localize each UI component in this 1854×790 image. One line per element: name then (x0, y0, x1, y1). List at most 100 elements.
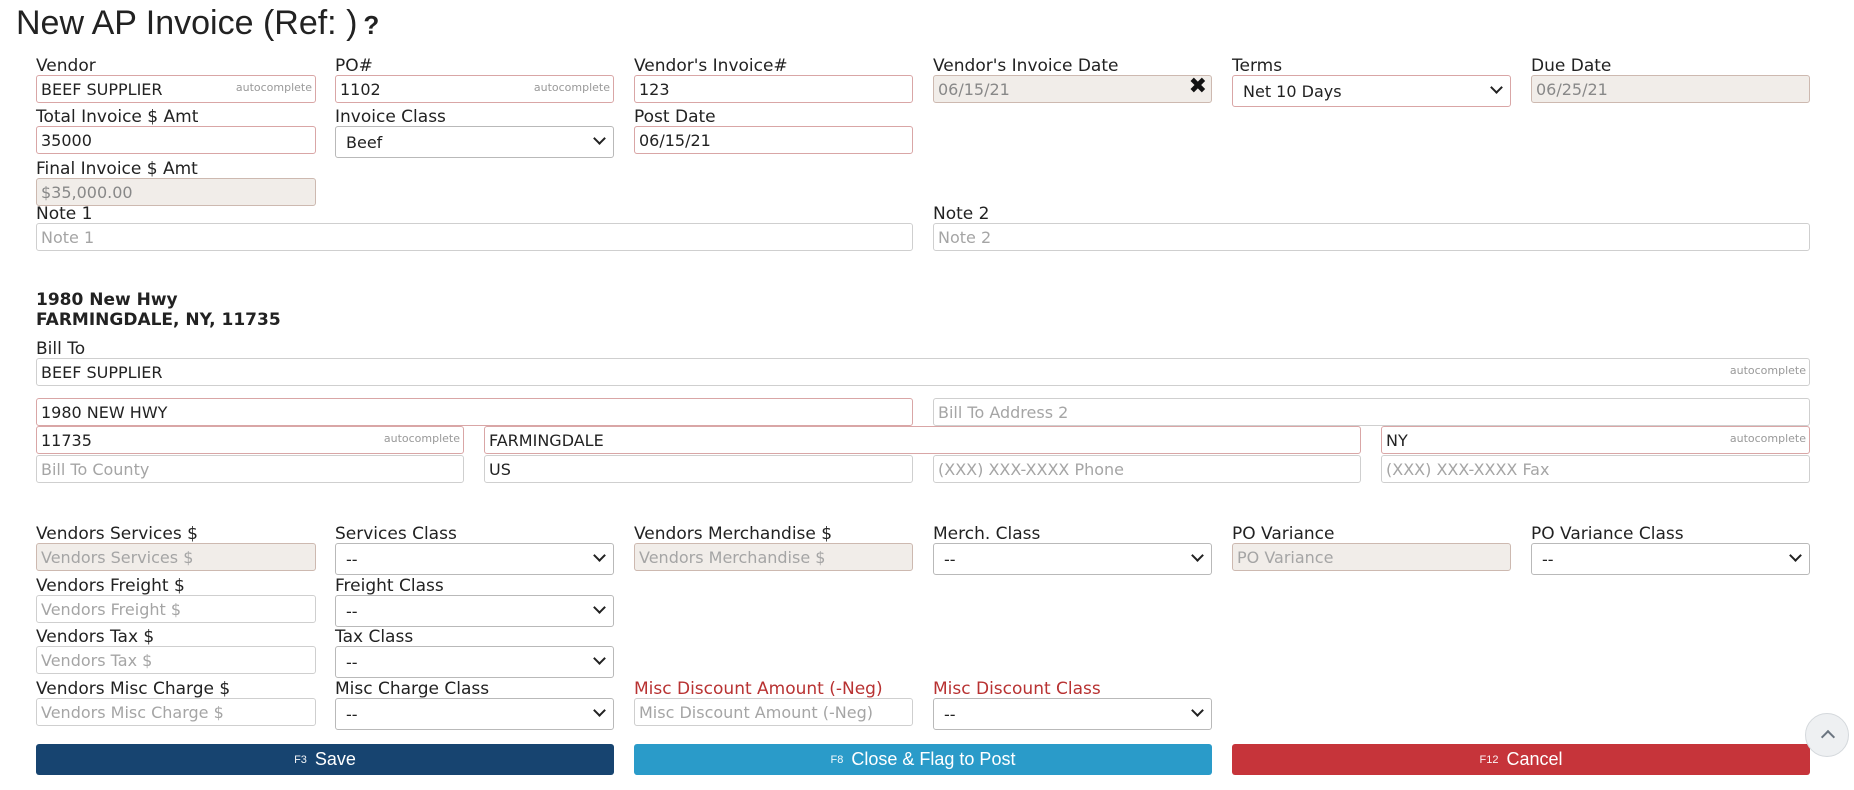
invoice-class-value: Beef (346, 133, 383, 152)
chevron-down-icon (593, 132, 606, 145)
misc-discount-placeholder: Misc Discount Amount (-Neg) (639, 703, 873, 722)
vendors-tax-placeholder: Vendors Tax $ (41, 651, 153, 670)
autocomplete-hint: autocomplete (235, 81, 312, 94)
chevron-up-icon (1820, 729, 1836, 745)
vendor-label: Vendor (36, 56, 96, 76)
final-invoice-label: Final Invoice $ Amt (36, 159, 198, 179)
close-flag-post-button[interactable]: F8 Close & Flag to Post (634, 744, 1212, 775)
total-invoice-input[interactable]: 35000 (36, 126, 316, 154)
vendors-services-input[interactable]: Vendors Services $ (36, 543, 316, 571)
bill-to-zip-value: 11735 (41, 431, 92, 450)
post-date-label: Post Date (634, 107, 716, 127)
vendors-misc-input[interactable]: Vendors Misc Charge $ (36, 698, 316, 726)
vendor-address: 1980 New Hwy FARMINGDALE, NY, 11735 (36, 290, 281, 330)
save-label: Save (314, 749, 356, 769)
vendors-freight-input[interactable]: Vendors Freight $ (36, 595, 316, 623)
note2-input[interactable]: Note 2 (933, 223, 1810, 251)
chevron-down-icon (1789, 549, 1802, 562)
bill-to-county-input[interactable]: Bill To County (36, 455, 464, 483)
note2-placeholder: Note 2 (938, 228, 992, 247)
bill-to-address2-input[interactable]: Bill To Address 2 (933, 398, 1810, 426)
vendors-services-label: Vendors Services $ (36, 524, 198, 544)
bill-to-name-value: BEEF SUPPLIER (41, 363, 163, 382)
due-date-label: Due Date (1531, 56, 1612, 76)
vendor-invoice-date-input[interactable]: 06/15/21 ✖ (933, 75, 1212, 103)
misc-class-value: -- (346, 705, 358, 724)
vendors-freight-label: Vendors Freight $ (36, 576, 185, 596)
due-date-value: 06/25/21 (1536, 80, 1608, 99)
chevron-down-icon (593, 549, 606, 562)
bill-to-address1-input[interactable]: 1980 NEW HWY (36, 398, 913, 426)
bill-to-city-input[interactable]: FARMINGDALE (484, 426, 1361, 454)
total-invoice-label: Total Invoice $ Amt (36, 107, 199, 127)
freight-class-label: Freight Class (335, 576, 444, 596)
vendors-services-placeholder: Vendors Services $ (41, 548, 194, 567)
misc-class-label: Misc Charge Class (335, 679, 490, 699)
scroll-to-top-button[interactable] (1805, 713, 1849, 757)
autocomplete-hint: autocomplete (533, 81, 610, 94)
po-value: 1102 (340, 80, 381, 99)
misc-discount-class-select[interactable]: -- (933, 698, 1212, 730)
bill-to-country-input[interactable]: US (484, 455, 913, 483)
note1-label: Note 1 (36, 204, 93, 224)
note1-input[interactable]: Note 1 (36, 223, 913, 251)
po-variance-class-select[interactable]: -- (1531, 543, 1810, 575)
bill-to-state-value: NY (1386, 431, 1408, 450)
vendors-merch-placeholder: Vendors Merchandise $ (639, 548, 826, 567)
post-date-input[interactable]: 06/15/21 (634, 126, 913, 154)
vendors-merch-input[interactable]: Vendors Merchandise $ (634, 543, 913, 571)
page-title: New AP Invoice (Ref: )? (16, 4, 379, 43)
vendors-merch-label: Vendors Merchandise $ (634, 524, 833, 544)
chevron-down-icon (1490, 81, 1503, 94)
chevron-down-icon (1191, 704, 1204, 717)
bill-to-name-input[interactable]: BEEF SUPPLIER autocomplete (36, 358, 1810, 386)
phone-input[interactable]: (XXX) XXX-XXXX Phone (933, 455, 1361, 483)
vendor-invoice-date-value: 06/15/21 (938, 80, 1010, 99)
services-class-select[interactable]: -- (335, 543, 614, 575)
bill-to-label: Bill To (36, 339, 86, 359)
vendor-invoice-input[interactable]: 123 (634, 75, 913, 103)
vendors-tax-label: Vendors Tax $ (36, 627, 155, 647)
bill-to-state-input[interactable]: NY autocomplete (1381, 426, 1810, 454)
note1-placeholder: Note 1 (41, 228, 95, 247)
autocomplete-hint: autocomplete (1729, 432, 1806, 445)
services-class-value: -- (346, 550, 358, 569)
merch-class-select[interactable]: -- (933, 543, 1212, 575)
vendor-invoice-label: Vendor's Invoice# (634, 56, 788, 76)
chevron-down-icon (593, 601, 606, 614)
address-line2: FARMINGDALE, NY, 11735 (36, 310, 281, 330)
po-label: PO# (335, 56, 373, 76)
terms-select[interactable]: Net 10 Days (1232, 75, 1511, 107)
vendors-misc-placeholder: Vendors Misc Charge $ (41, 703, 224, 722)
vendor-input[interactable]: BEEF SUPPLIER autocomplete (36, 75, 316, 103)
po-input[interactable]: 1102 autocomplete (335, 75, 614, 103)
services-class-label: Services Class (335, 524, 457, 544)
due-date-input: 06/25/21 (1531, 75, 1810, 103)
chevron-down-icon (593, 704, 606, 717)
po-variance-input[interactable]: PO Variance (1232, 543, 1511, 571)
tax-class-select[interactable]: -- (335, 646, 614, 678)
save-button[interactable]: F3 Save (36, 744, 614, 775)
help-icon[interactable]: ? (363, 10, 379, 40)
misc-discount-class-value: -- (944, 705, 956, 724)
bill-to-zip-input[interactable]: 11735 autocomplete (36, 426, 464, 454)
final-invoice-input: $35,000.00 (36, 178, 316, 206)
save-shortcut: F3 (294, 753, 307, 766)
misc-class-select[interactable]: -- (335, 698, 614, 730)
invoice-class-select[interactable]: Beef (335, 126, 614, 158)
phone-placeholder: (XXX) XXX-XXXX Phone (938, 460, 1125, 479)
chevron-down-icon (1191, 549, 1204, 562)
misc-discount-class-label: Misc Discount Class (933, 679, 1101, 699)
post-label: Close & Flag to Post (851, 749, 1016, 769)
merch-class-value: -- (944, 550, 956, 569)
misc-discount-input[interactable]: Misc Discount Amount (-Neg) (634, 698, 913, 726)
vendors-freight-placeholder: Vendors Freight $ (41, 600, 182, 619)
freight-class-select[interactable]: -- (335, 595, 614, 627)
terms-label: Terms (1232, 56, 1283, 76)
po-variance-placeholder: PO Variance (1237, 548, 1334, 567)
note2-label: Note 2 (933, 204, 990, 224)
close-icon[interactable]: ✖ (1189, 76, 1207, 99)
vendors-tax-input[interactable]: Vendors Tax $ (36, 646, 316, 674)
fax-input[interactable]: (XXX) XXX-XXXX Fax (1381, 455, 1810, 483)
cancel-button[interactable]: F12 Cancel (1232, 744, 1810, 775)
